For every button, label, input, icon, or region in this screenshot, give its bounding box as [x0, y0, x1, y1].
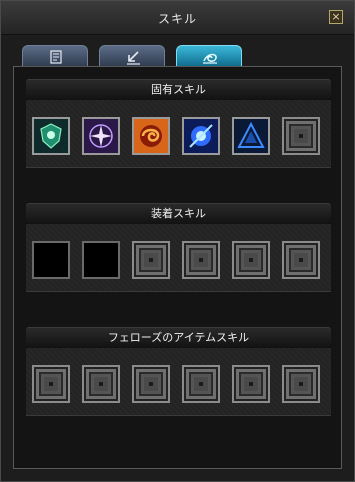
fellow-slot-5[interactable]	[232, 365, 270, 403]
section-title-fellows: フェローズのアイテムスキル	[107, 331, 250, 344]
section-header-equipped: 装着スキル	[26, 203, 331, 225]
fellow-slot-1[interactable]	[32, 365, 70, 403]
fellow-slot-3[interactable]	[132, 365, 170, 403]
fellow-slot-4[interactable]	[182, 365, 220, 403]
section-body-innate	[26, 100, 331, 168]
equip-slot-2[interactable]	[82, 241, 120, 279]
swirl-icon	[203, 53, 217, 64]
skill-slot-6[interactable]	[282, 117, 320, 155]
equip-slot-5[interactable]	[232, 241, 270, 279]
skill-panel: 固有スキル 装着スキル フェローズのアイテムスキル	[13, 66, 342, 469]
section-header-innate: 固有スキル	[26, 79, 331, 101]
document-icon	[50, 50, 62, 64]
skill-slot-1[interactable]	[32, 117, 70, 155]
section-body-equipped	[26, 224, 331, 292]
slot-dot	[99, 382, 103, 386]
slot-dot	[149, 382, 153, 386]
section-title-equipped: 装着スキル	[151, 207, 206, 220]
tab-skill[interactable]	[176, 45, 242, 67]
slot-dot	[149, 258, 153, 262]
close-button[interactable]: ×	[329, 10, 343, 24]
slot-dot	[249, 258, 253, 262]
slot-dot	[249, 382, 253, 386]
window-title: スキル	[157, 12, 197, 26]
equip-slot-3[interactable]	[132, 241, 170, 279]
equip-slot-4[interactable]	[182, 241, 220, 279]
section-body-fellows	[26, 348, 331, 416]
purple-star-skill-icon	[84, 119, 118, 153]
skill-slot-4[interactable]	[182, 117, 220, 155]
section-header-fellows: フェローズのアイテムスキル	[26, 327, 331, 349]
skill-slot-3[interactable]	[132, 117, 170, 155]
slot-dot	[199, 258, 203, 262]
orange-swirl-skill-icon	[134, 119, 168, 153]
slot-dot	[199, 382, 203, 386]
title-bar[interactable]: スキル ×	[1, 1, 354, 35]
slot-dot	[299, 382, 303, 386]
fellow-slot-2[interactable]	[82, 365, 120, 403]
green-shield-skill-icon	[34, 119, 68, 153]
slot-dot	[299, 258, 303, 262]
skill-slot-5[interactable]	[232, 117, 270, 155]
arrow-down-left-icon	[127, 51, 140, 65]
tab-equip[interactable]	[99, 45, 165, 67]
section-title-innate: 固有スキル	[151, 83, 206, 96]
tab-document[interactable]	[22, 45, 88, 67]
fellow-slot-6[interactable]	[282, 365, 320, 403]
equip-slot-1[interactable]	[32, 241, 70, 279]
equip-slot-6[interactable]	[282, 241, 320, 279]
blue-orb-skill-icon	[184, 119, 218, 153]
skill-window: スキル × 固有スキル 装着スキル フェローズのアイテムスキル	[0, 0, 355, 482]
slot-dot	[299, 134, 303, 138]
blue-triangle-skill-icon	[234, 119, 268, 153]
skill-slot-2[interactable]	[82, 117, 120, 155]
slot-dot	[49, 382, 53, 386]
